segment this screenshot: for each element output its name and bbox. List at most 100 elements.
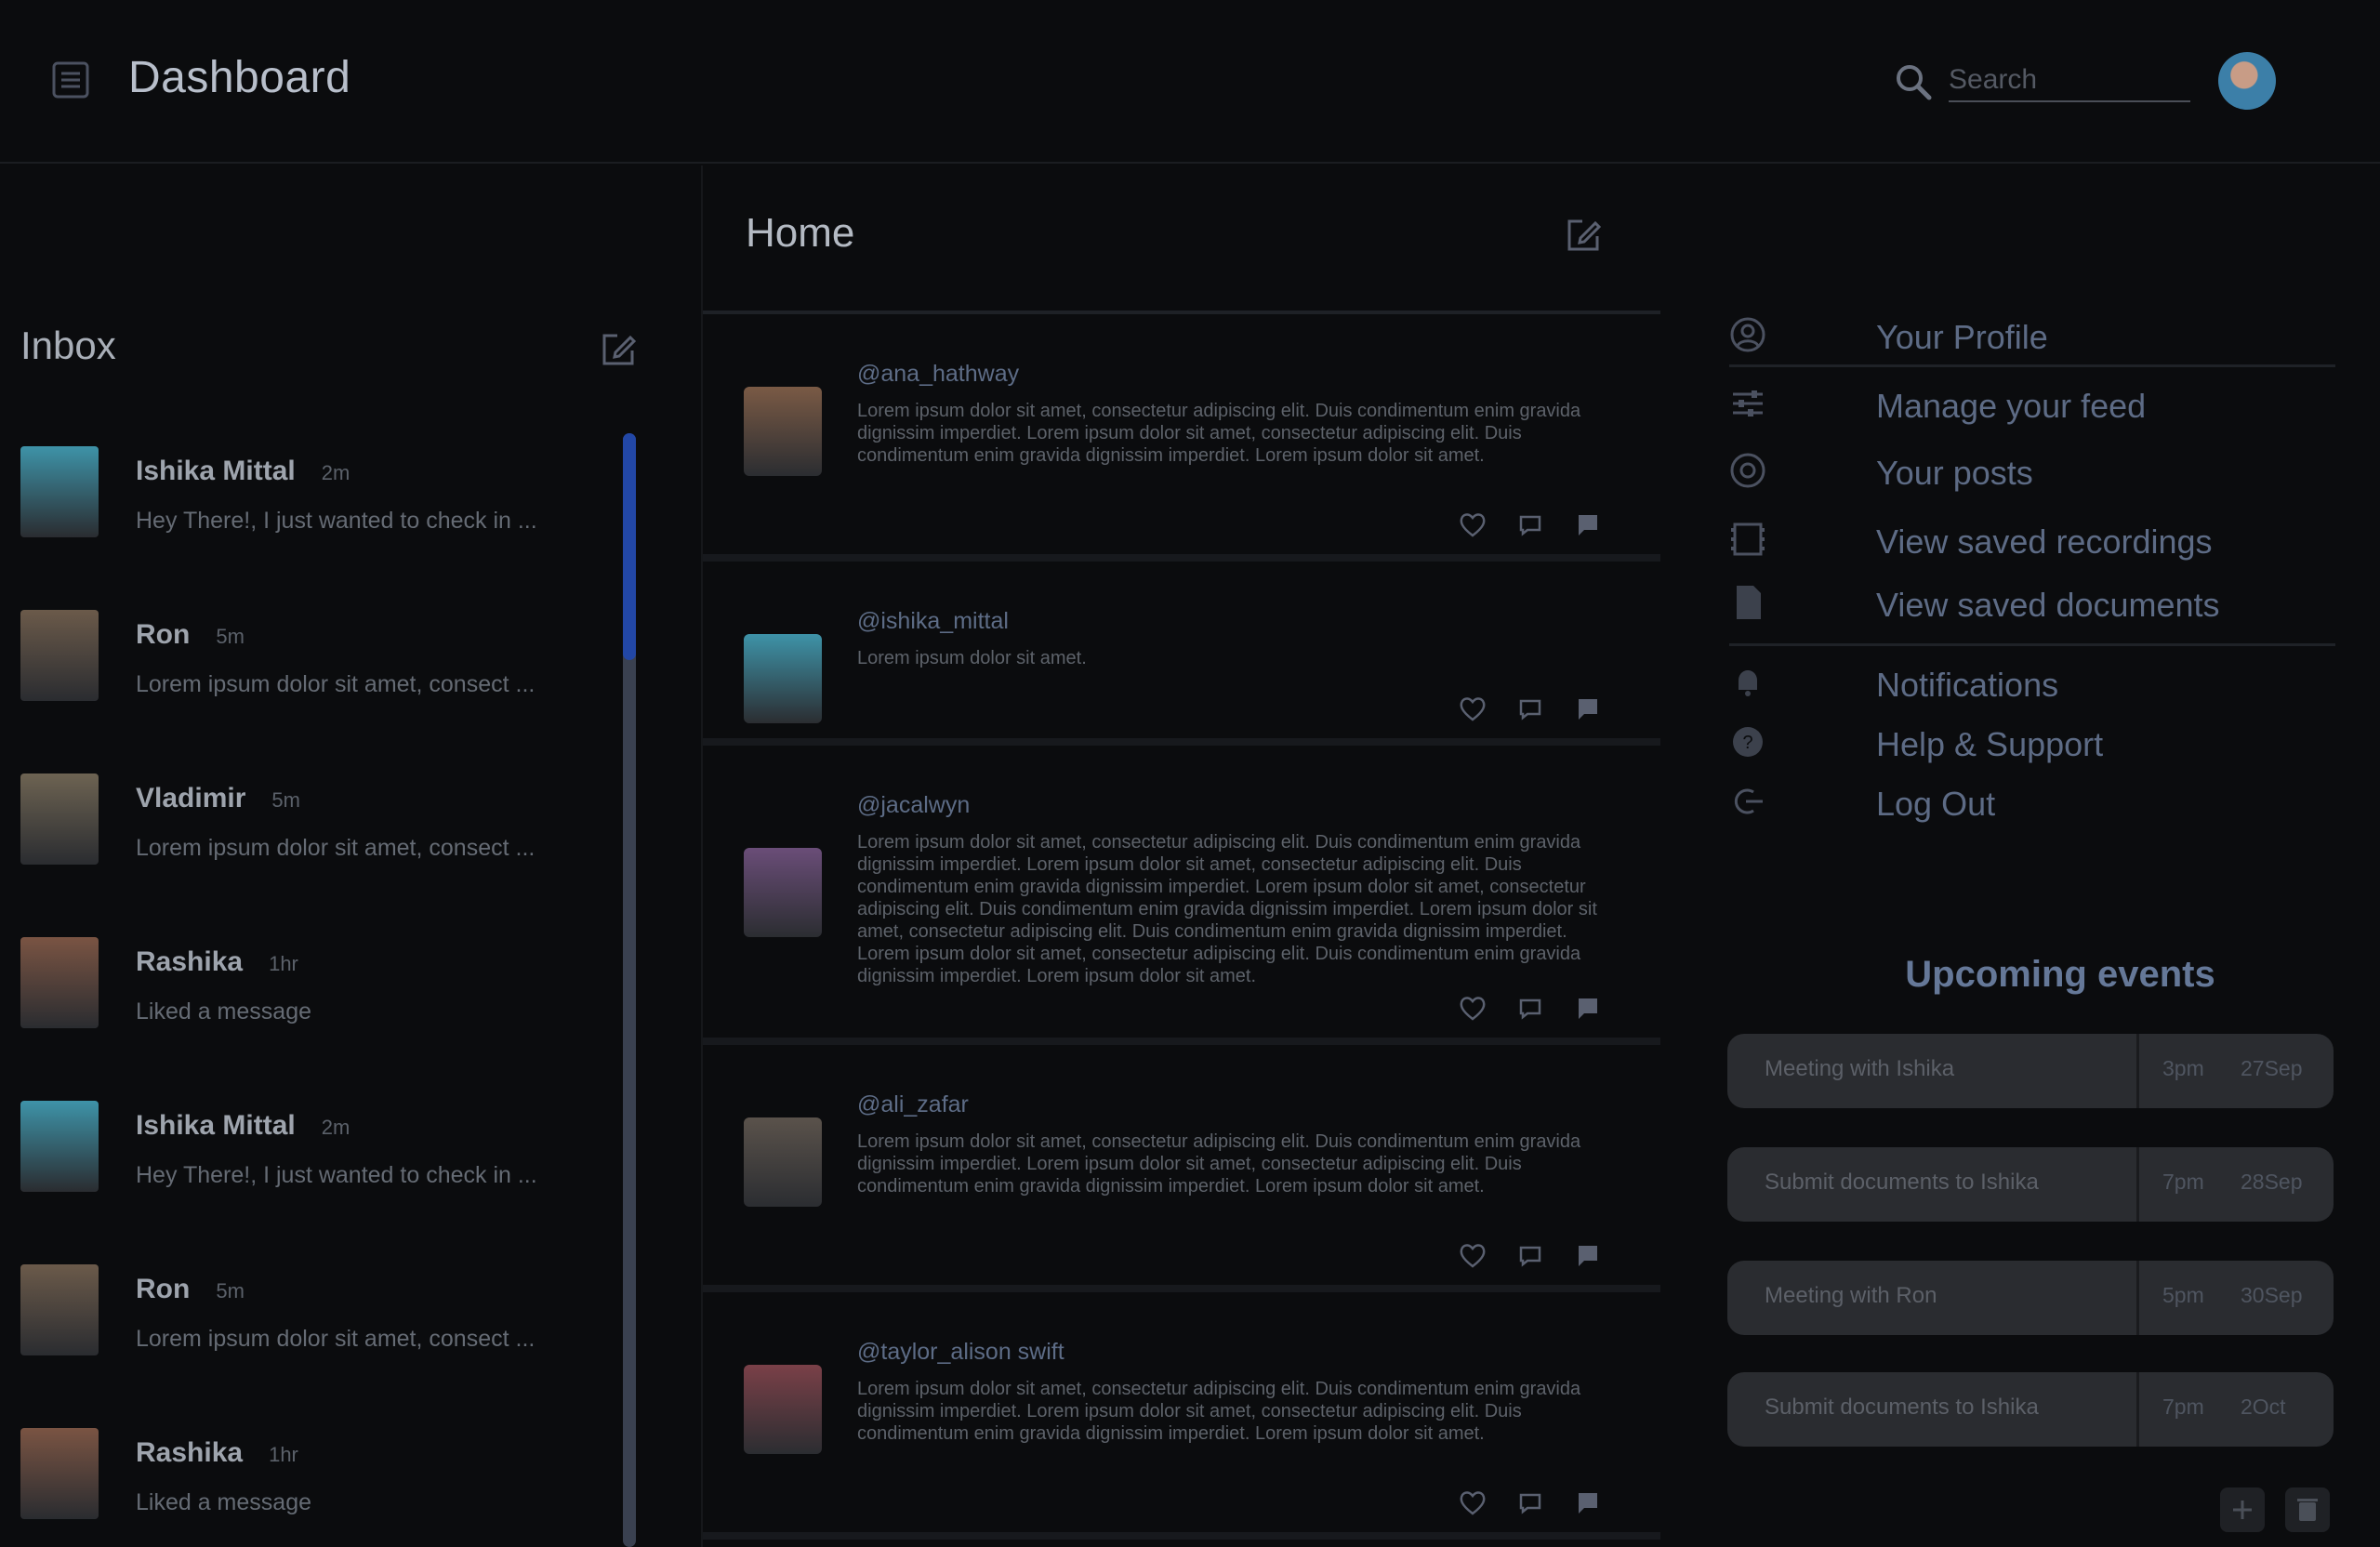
inbox-panel: Inbox Ishika Mittal 2m Hey There!, I just … <box>0 165 703 1547</box>
inbox-scrollbar-thumb[interactable] <box>623 433 636 660</box>
list-item[interactable]: Rashika 1hr Liked a message <box>0 937 632 1101</box>
list-item[interactable]: Rashika 1hr Liked a message <box>0 1428 632 1547</box>
event-title: Meeting with Ishika <box>1765 1056 1955 1081</box>
at-icon <box>1727 450 1768 491</box>
post-handle[interactable]: @ana_hathway <box>857 361 1019 388</box>
message-preview: Hey There!, I just wanted to check in ..… <box>136 508 537 534</box>
comment-icon[interactable] <box>1514 1238 1547 1272</box>
feed-post: @taylor_alison swift Lorem ipsum dolor si… <box>703 1292 1660 1540</box>
comment-icon[interactable] <box>1514 508 1547 541</box>
comment-icon[interactable] <box>1514 692 1547 725</box>
event-title: Submit documents to Ishika <box>1765 1395 2039 1420</box>
post-text: Lorem ipsum dolor sit amet, consectetur … <box>857 1131 1581 1197</box>
post-handle[interactable]: @ali_zafar <box>857 1091 969 1118</box>
event-card[interactable]: Meeting with Ron 5pm 30Sep <box>1727 1261 2334 1335</box>
post-handle[interactable]: @jacalwyn <box>857 792 970 819</box>
heart-icon[interactable] <box>1456 508 1489 541</box>
menu-item-view-saved-recordings[interactable]: View saved recordings <box>1727 513 2378 565</box>
app-title: Dashboard <box>128 53 351 102</box>
feed-post: @jacalwyn Lorem ipsum dolor sit amet, con… <box>703 746 1660 1045</box>
heart-icon[interactable] <box>1456 991 1489 1025</box>
comment-icon[interactable] <box>1514 1486 1547 1519</box>
menu-item-help-support[interactable]: ? Help & Support <box>1727 716 2378 768</box>
bell-icon <box>1727 662 1768 703</box>
message-time: 2m <box>321 1116 350 1139</box>
event-time: 7pm <box>2162 1395 2204 1419</box>
search-input[interactable] <box>1949 60 2190 102</box>
menu-item-your-posts[interactable]: Your posts <box>1727 444 2378 496</box>
contact-avatar <box>20 1101 99 1192</box>
menu-item-label: Your Profile <box>1876 318 2048 356</box>
post-actions <box>1456 692 1597 725</box>
menu-divider <box>1729 364 2335 367</box>
menu-item-notifications[interactable]: Notifications <box>1727 656 2378 708</box>
search-icon[interactable] <box>1893 61 1934 102</box>
message-preview: Lorem ipsum dolor sit amet, consect ... <box>136 1326 536 1352</box>
message-time: 2m <box>321 461 350 484</box>
list-item[interactable]: Ron 5m Lorem ipsum dolor sit amet, consect… <box>0 610 632 774</box>
event-card[interactable]: Submit documents to Ishika 7pm 28Sep <box>1727 1147 2334 1222</box>
menu-item-your-profile[interactable]: Your Profile <box>1727 309 2378 361</box>
contact-avatar <box>20 610 99 701</box>
message-icon[interactable] <box>1571 508 1605 541</box>
message-icon[interactable] <box>1571 1238 1605 1272</box>
message-time: 5m <box>216 1279 245 1302</box>
contact-name-text: Ishika Mittal <box>136 1110 296 1141</box>
post-avatar[interactable] <box>744 1365 822 1454</box>
event-date: 28Sep <box>2241 1170 2303 1194</box>
dashboard-app: Dashboard Inbox Ishika Mittal 2m Hey There… <box>0 0 2380 1547</box>
avatar[interactable] <box>2218 52 2276 110</box>
message-icon[interactable] <box>1571 692 1605 725</box>
event-separator <box>2136 1034 2139 1108</box>
message-time: 5m <box>271 788 300 812</box>
post-handle[interactable]: @ishika_mittal <box>857 608 1009 635</box>
compose-icon[interactable] <box>597 328 640 371</box>
contact-name-text: Vladimir <box>136 783 246 813</box>
film-icon <box>1727 519 1768 560</box>
contact-avatar <box>20 446 99 537</box>
new-post-icon[interactable] <box>1562 214 1605 257</box>
message-time: 5m <box>216 625 245 648</box>
add-event-button[interactable] <box>2220 1488 2265 1532</box>
feed-post: @ana_hathway Lorem ipsum dolor sit amet, … <box>703 314 1660 562</box>
help-icon: ? <box>1727 721 1768 762</box>
heart-icon[interactable] <box>1456 1486 1489 1519</box>
list-item[interactable]: Ron 5m Lorem ipsum dolor sit amet, consect… <box>0 1264 632 1428</box>
menu-item-view-saved-documents[interactable]: View saved documents <box>1727 576 2378 628</box>
menu-item-log-out[interactable]: Log Out <box>1727 775 2378 827</box>
event-card[interactable]: Submit documents to Ishika 7pm 2Oct <box>1727 1372 2334 1447</box>
contact-avatar <box>20 774 99 865</box>
post-avatar[interactable] <box>744 387 822 476</box>
menu-item-label: Notifications <box>1876 666 2059 704</box>
contact-name: Rashika 1hr <box>136 946 298 978</box>
list-item[interactable]: Ishika Mittal 2m Hey There!, I just wanted… <box>0 446 632 610</box>
post-handle[interactable]: @taylor_alison swift <box>857 1339 1064 1366</box>
event-time: 3pm <box>2162 1056 2204 1080</box>
event-date: 27Sep <box>2241 1056 2303 1080</box>
event-time: 7pm <box>2162 1170 2204 1194</box>
message-icon[interactable] <box>1571 991 1605 1025</box>
heart-icon[interactable] <box>1456 1238 1489 1272</box>
contact-name-text: Ron <box>136 1274 191 1304</box>
list-item[interactable]: Vladimir 5m Lorem ipsum dolor sit amet, co… <box>0 774 632 937</box>
user-circle-icon <box>1727 314 1768 355</box>
heart-icon[interactable] <box>1456 692 1489 725</box>
delete-event-button[interactable] <box>2285 1488 2330 1532</box>
event-card[interactable]: Meeting with Ishika 3pm 27Sep <box>1727 1034 2334 1108</box>
svg-text:?: ? <box>1742 733 1752 753</box>
post-actions <box>1456 991 1597 1025</box>
message-icon[interactable] <box>1571 1486 1605 1519</box>
event-title: Meeting with Ron <box>1765 1283 1937 1308</box>
event-separator <box>2136 1261 2139 1335</box>
contact-avatar <box>20 937 99 1028</box>
inbox-title: Inbox <box>20 324 116 367</box>
list-item[interactable]: Ishika Mittal 2m Hey There!, I just wanted… <box>0 1101 632 1264</box>
comment-icon[interactable] <box>1514 991 1547 1025</box>
post-avatar[interactable] <box>744 848 822 937</box>
menu-icon[interactable] <box>48 58 93 102</box>
menu-item-manage-your-feed[interactable]: Manage your feed <box>1727 377 2378 430</box>
post-avatar[interactable] <box>744 634 822 723</box>
event-date: 30Sep <box>2241 1283 2303 1307</box>
message-preview: Lorem ipsum dolor sit amet, consect ... <box>136 835 536 861</box>
post-avatar[interactable] <box>744 1117 822 1207</box>
